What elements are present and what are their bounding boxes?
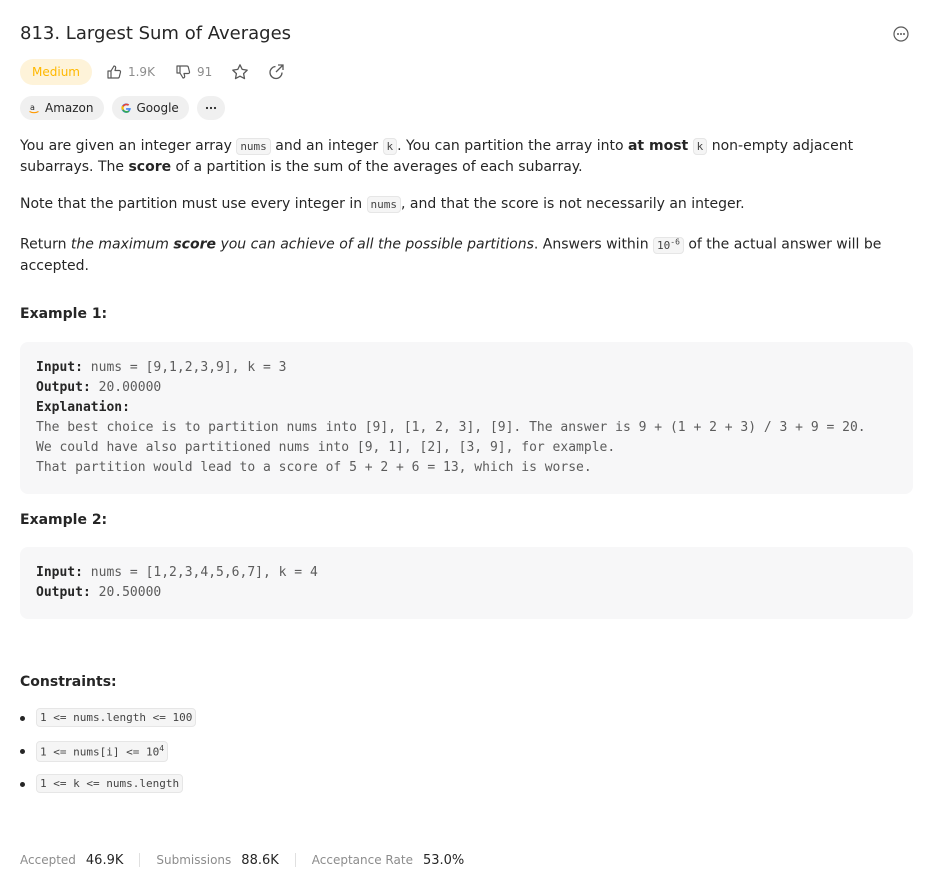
problem-title[interactable]: 813. Largest Sum of Averages	[20, 20, 913, 48]
share-icon	[269, 64, 284, 80]
description-paragraph-2: Note that the partition must use every i…	[20, 196, 745, 213]
submissions-value: 88.6K	[241, 852, 279, 868]
example-2-block: Input: nums = [1,2,3,4,5,6,7], k = 4 Out…	[20, 547, 913, 619]
more-options-icon[interactable]	[893, 26, 909, 42]
tag-google[interactable]: Google	[111, 96, 189, 120]
tag-label: Google	[136, 101, 179, 115]
divider	[139, 853, 141, 867]
accepted-value: 46.9K	[85, 852, 124, 868]
dislikes-count: 91	[196, 65, 213, 79]
list-item: 1 <= k <= nums.length	[20, 774, 913, 807]
acceptance-rate-label: Acceptance Rate	[311, 853, 413, 867]
example-1-heading: Example 1:	[20, 306, 108, 322]
list-item: 1 <= nums[i] <= 104	[20, 741, 913, 774]
description-paragraph-3: Return the maximum score you can achieve…	[20, 236, 882, 274]
inline-code: k	[692, 138, 708, 155]
meta-row: Medium 1.9K 91	[20, 59, 290, 85]
example-2-heading: Example 2:	[20, 512, 108, 528]
inline-code: nums	[366, 196, 402, 213]
likes-count: 1.9K	[127, 65, 155, 79]
description-paragraph-1: You are given an integer array nums and …	[20, 138, 854, 175]
divider	[294, 853, 296, 867]
submissions-label: Submissions	[156, 853, 232, 867]
difficulty-badge: Medium	[20, 59, 92, 85]
inline-code: nums	[236, 138, 271, 155]
svg-text:a: a	[30, 103, 35, 112]
example-1-block: Input: nums = [9,1,2,3,9], k = 3 Output:…	[20, 342, 913, 494]
like-button[interactable]: 1.9K	[100, 64, 161, 80]
star-icon	[232, 64, 249, 80]
inline-code: 10-6	[653, 236, 684, 254]
list-item: 1 <= nums.length <= 100	[20, 708, 913, 741]
google-icon	[120, 103, 131, 113]
amazon-icon: a	[29, 103, 39, 114]
share-button[interactable]	[262, 59, 290, 85]
thumbs-down-icon	[176, 65, 191, 79]
more-tags-button[interactable]	[196, 96, 225, 120]
thumbs-up-icon	[107, 65, 122, 79]
title-row: 813. Largest Sum of Averages	[20, 20, 913, 48]
favorite-button[interactable]	[226, 59, 254, 85]
dislike-button[interactable]: 91	[169, 64, 218, 80]
tag-label: Amazon	[45, 101, 94, 115]
constraints-list: 1 <= nums.length <= 100 1 <= nums[i] <= …	[20, 708, 913, 807]
constraints-heading: Constraints:	[20, 674, 117, 690]
ellipsis-icon	[205, 106, 216, 110]
inline-code: k	[382, 138, 398, 155]
problem-description: You are given an integer array nums and …	[20, 136, 913, 293]
company-tags: a Amazon Google	[20, 96, 225, 120]
stats-footer: Accepted 46.9K Submissions 88.6K Accepta…	[20, 850, 464, 870]
tag-amazon[interactable]: a Amazon	[20, 96, 104, 120]
accepted-label: Accepted	[20, 853, 76, 867]
acceptance-rate-value: 53.0%	[422, 852, 465, 868]
example-1-explanation: The best choice is to partition nums int…	[36, 420, 866, 475]
